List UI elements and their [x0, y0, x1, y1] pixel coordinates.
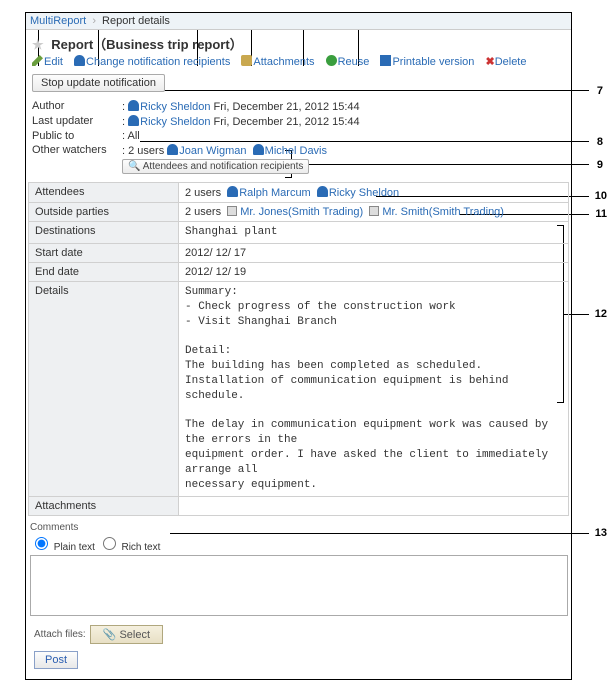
- attach-icon: [241, 55, 252, 66]
- lastupdater-value: : Ricky Sheldon Fri, December 21, 2012 1…: [122, 115, 565, 128]
- watcher-user-1[interactable]: Joan Wigman: [179, 145, 246, 157]
- attach-files-row: Attach files: 📎 Select: [34, 625, 567, 644]
- details-value: Summary: - Check progress of the constru…: [179, 282, 568, 496]
- report-table: Attendees 2 users Ralph Marcum Ricky She…: [28, 182, 569, 516]
- delete-link[interactable]: ✖Delete: [485, 56, 526, 68]
- details-label: Details: [29, 282, 179, 496]
- recipients-link[interactable]: Change notification recipients: [74, 56, 230, 68]
- user-icon: [253, 144, 264, 155]
- print-icon: [380, 55, 391, 66]
- search-icon: 🔍: [128, 161, 140, 172]
- user-icon: [74, 55, 85, 66]
- attachments-link[interactable]: Attachments: [241, 56, 314, 68]
- plain-text-radio[interactable]: Plain text: [30, 542, 95, 553]
- outside-1[interactable]: Mr. Jones(Smith Trading): [240, 206, 363, 218]
- edit-icon: [32, 55, 43, 66]
- outside-label: Outside parties: [29, 203, 179, 221]
- author-user[interactable]: Ricky Sheldon: [140, 101, 210, 113]
- author-value: : Ricky Sheldon Fri, December 21, 2012 1…: [122, 100, 565, 113]
- publicto-label: Public to: [32, 130, 122, 142]
- breadcrumb-page: Report details: [102, 15, 170, 27]
- callout-9: 9: [597, 159, 603, 171]
- attendees-value: 2 users Ralph Marcum Ricky Sheldon: [179, 183, 568, 202]
- attach-files-label: Attach files:: [34, 629, 86, 640]
- select-file-button[interactable]: 📎 Select: [90, 625, 163, 644]
- comments-label: Comments: [30, 522, 567, 533]
- enddate-value: 2012/ 12/ 19: [179, 263, 568, 281]
- lastupdater-label: Last updater: [32, 115, 122, 128]
- edit-link[interactable]: Edit: [32, 56, 63, 68]
- outside-count: 2 users: [185, 206, 221, 218]
- attendee-1[interactable]: Ralph Marcum: [239, 187, 311, 199]
- startdate-label: Start date: [29, 244, 179, 262]
- attendees-label: Attendees: [29, 183, 179, 202]
- enddate-label: End date: [29, 263, 179, 281]
- clip-icon: 📎: [103, 629, 117, 641]
- watchers-label: Other watchers: [32, 144, 122, 174]
- report-panel: MultiReport › Report details ★ Report（Bu…: [25, 12, 572, 680]
- destinations-label: Destinations: [29, 222, 179, 243]
- lastupdater-user[interactable]: Ricky Sheldon: [140, 116, 210, 128]
- callout-10: 10: [595, 190, 607, 202]
- callout-11: 11: [595, 208, 607, 220]
- delete-icon: ✖: [485, 56, 494, 68]
- chevron-icon: ›: [92, 15, 96, 27]
- author-timestamp: Fri, December 21, 2012 15:44: [214, 101, 360, 113]
- attachments-label: Attachments: [29, 497, 179, 515]
- user-icon: [128, 115, 139, 126]
- recipients-button[interactable]: 🔍 Attendees and notification recipients: [122, 159, 309, 174]
- user-icon: [317, 186, 328, 197]
- page-title-row: ★ Report（Business trip report）: [26, 30, 571, 54]
- author-label: Author: [32, 100, 122, 113]
- breadcrumb: MultiReport › Report details: [26, 13, 571, 30]
- rich-text-radio[interactable]: Rich text: [98, 542, 161, 553]
- stop-notification-button[interactable]: Stop update notification: [32, 74, 165, 92]
- callout-13: 13: [595, 527, 607, 539]
- toolbar: Edit Change notification recipients Atta…: [26, 54, 571, 71]
- comment-textarea[interactable]: [30, 555, 568, 616]
- destinations-value: Shanghai plant: [179, 222, 568, 243]
- info-grid: Author : Ricky Sheldon Fri, December 21,…: [26, 98, 571, 176]
- post-button[interactable]: Post: [34, 651, 78, 669]
- callout-12: 12: [595, 308, 607, 320]
- reuse-icon: [326, 55, 337, 66]
- format-radios: Plain text Rich text: [30, 534, 567, 553]
- callout-8: 8: [597, 136, 603, 148]
- outside-value: 2 users Mr. Jones(Smith Trading) Mr. Smi…: [179, 203, 568, 221]
- callout-7: 7: [597, 85, 603, 97]
- star-icon[interactable]: ★: [32, 37, 44, 52]
- lastupdater-timestamp: Fri, December 21, 2012 15:44: [214, 116, 360, 128]
- watchers-value: : 2 users Joan Wigman Michel Davis 🔍 Att…: [122, 144, 565, 174]
- outside-2[interactable]: Mr. Smith(Smith Trading): [382, 206, 504, 218]
- attendee-2[interactable]: Ricky Sheldon: [329, 187, 399, 199]
- print-link[interactable]: Printable version: [380, 56, 474, 68]
- attachments-value: [179, 497, 568, 515]
- page-title: Report（Business trip report）: [51, 37, 242, 52]
- breadcrumb-app[interactable]: MultiReport: [30, 15, 86, 27]
- publicto-value: : All: [122, 130, 565, 142]
- user-icon: [227, 186, 238, 197]
- reuse-link[interactable]: Reuse: [326, 56, 370, 68]
- startdate-value: 2012/ 12/ 17: [179, 244, 568, 262]
- attendees-count: 2 users: [185, 187, 221, 199]
- user-icon: [167, 144, 178, 155]
- user-icon: [128, 100, 139, 111]
- comments-section: Comments Plain text Rich text Attach fil…: [30, 522, 567, 673]
- card-icon: [369, 206, 379, 216]
- watchers-count: 2 users: [128, 145, 164, 157]
- watcher-user-2[interactable]: Michel Davis: [265, 145, 327, 157]
- card-icon: [227, 206, 237, 216]
